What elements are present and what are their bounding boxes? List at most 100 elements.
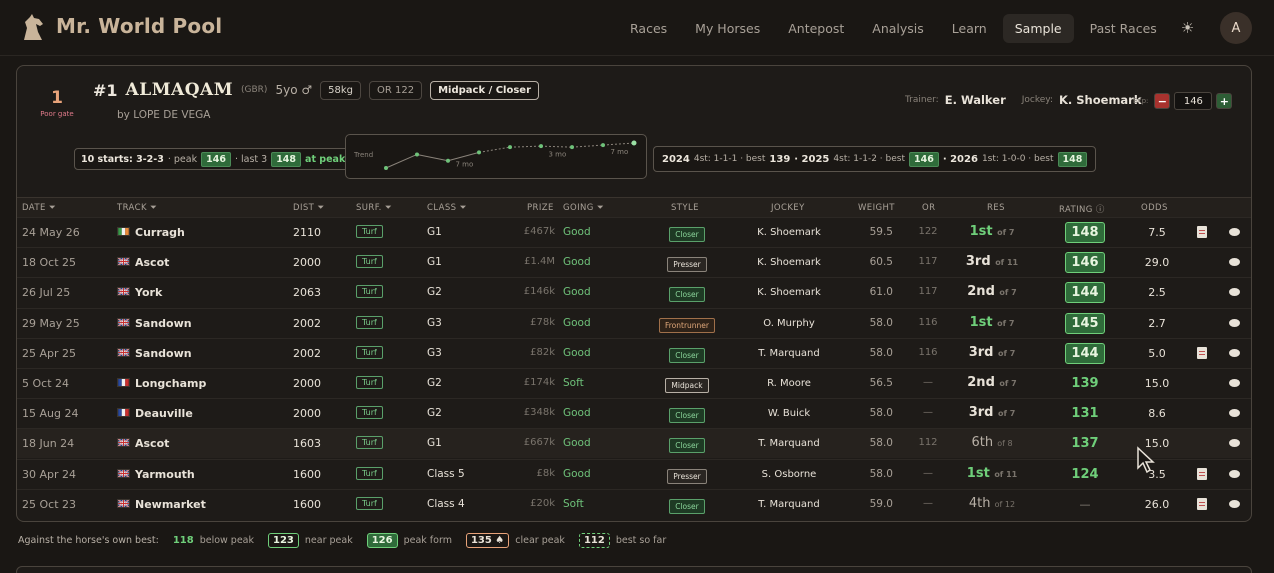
comment-icon[interactable] [1229, 288, 1240, 297]
run-weight: 58.0 [869, 316, 893, 329]
document-icon[interactable] [1197, 497, 1207, 510]
col-going[interactable]: GOING ⏷ [563, 203, 604, 213]
rating-badge: 145 [1065, 312, 1105, 334]
col-odds[interactable]: ODDS [1141, 203, 1168, 213]
trend-point [384, 166, 388, 170]
col-res[interactable]: RES [987, 203, 1005, 213]
rating-value: 131 [1071, 406, 1099, 422]
track-name: Sandown [135, 346, 192, 360]
run-prize: £82k [530, 346, 555, 358]
table-row[interactable]: 5 Oct 24 Longchamp 2000 Turf G2 £174k Soft Midp… [17, 368, 1251, 398]
style-chip: Presser [667, 468, 707, 484]
surface-chip: Turf [356, 315, 383, 329]
document-icon[interactable] [1197, 346, 1207, 359]
style-chip: Closer [669, 498, 705, 514]
avatar[interactable]: A [1220, 12, 1252, 44]
result-position: 1st [969, 314, 993, 330]
comment-icon[interactable] [1229, 228, 1240, 236]
comment-icon[interactable] [1229, 258, 1240, 267]
col-rating[interactable]: RATING ⓘ [1059, 203, 1105, 215]
table-row[interactable]: 25 Oct 23 Newmarket 1600 Turf Class 4 £20k Sof… [17, 488, 1251, 519]
col-track[interactable]: TRACK ⏷ [117, 203, 157, 213]
table-row[interactable]: 18 Jun 24 Ascot 1603 Turf G1 £667k Good Closer T… [17, 428, 1251, 459]
run-going: Good [563, 346, 591, 359]
run-or: 117 [918, 256, 938, 268]
col-date[interactable]: DATE ⏷ [22, 203, 56, 213]
col-surf[interactable]: SURF. ⏷ [356, 203, 392, 213]
col-class[interactable]: CLASS ⏷ [427, 203, 467, 213]
result-position: 2nd [967, 284, 995, 300]
run-track[interactable]: Sandown [117, 347, 192, 360]
exp-input[interactable] [1174, 92, 1213, 110]
nav-past-races[interactable]: Past Races [1078, 14, 1169, 43]
comment-icon[interactable] [1229, 348, 1240, 357]
surface-chip: Turf [356, 255, 383, 269]
nav-races[interactable]: Races [618, 14, 679, 43]
col-style[interactable]: STYLE [671, 203, 699, 213]
run-result: 3rd of 11 [957, 254, 1027, 269]
sun-icon[interactable]: ☀ [1181, 19, 1194, 37]
run-or: — [923, 377, 933, 388]
uk-flag-icon [117, 286, 130, 299]
horse-logo-icon[interactable] [18, 12, 48, 42]
col-dist[interactable]: DIST ⏷ [293, 203, 325, 213]
exp-label: Exp: [1133, 97, 1149, 105]
table-row[interactable]: 25 Apr 25 Sandown 2002 Turf G3 £82k Good Closer… [17, 337, 1251, 368]
col-prize[interactable]: PRIZE [527, 203, 554, 213]
run-track[interactable]: Deauville [117, 407, 193, 420]
run-track[interactable]: York [117, 286, 162, 299]
table-row[interactable]: 18 Oct 25 Ascot 2000 Turf G1 £1.4M Good Presser… [17, 247, 1251, 277]
table-row[interactable]: 29 May 25 Sandown 2002 Turf G3 £78k Good Frontr… [17, 307, 1251, 338]
table-row[interactable]: 24 May 26 Curragh 2110 Turf G1 £467k Good Close… [17, 217, 1251, 247]
col-weight[interactable]: WEIGHT [858, 203, 895, 213]
table-row[interactable]: 30 Apr 24 Yarmouth 1600 Turf Class 5 £8k Good P… [17, 458, 1251, 489]
run-track[interactable]: Ascot [117, 437, 169, 450]
surface-chip: Turf [356, 406, 383, 420]
comment-icon[interactable] [1229, 409, 1240, 418]
run-track[interactable]: Sandown [117, 317, 192, 330]
info-icon[interactable]: ⓘ [1096, 205, 1105, 215]
col-jockey[interactable]: JOCKEY [771, 203, 805, 213]
run-prize: £467k [523, 226, 555, 237]
run-prize: £20k [530, 497, 555, 509]
comment-icon[interactable] [1229, 439, 1240, 448]
exp-plus-button[interactable]: + [1216, 93, 1233, 109]
result-position: 1st [966, 465, 990, 481]
nav-antepost[interactable]: Antepost [776, 14, 856, 43]
surface-chip: Turf [356, 225, 383, 238]
uk-flag-icon [117, 347, 130, 360]
brand-name[interactable]: Mr. World Pool [56, 14, 222, 38]
run-rating: 131 [1065, 403, 1105, 424]
run-track[interactable]: Curragh [117, 226, 185, 239]
run-track[interactable]: Yarmouth [117, 468, 195, 481]
run-distance: 2002 [293, 316, 321, 330]
nav-sample[interactable]: Sample [1002, 13, 1074, 43]
run-going: Good [563, 226, 591, 238]
comment-icon[interactable] [1229, 379, 1240, 387]
table-row[interactable]: 26 Jul 25 York 2063 Turf G2 £146k Good Closer K.… [17, 277, 1251, 307]
nav-learn[interactable]: Learn [940, 14, 999, 43]
track-name: Ascot [135, 437, 170, 451]
run-rating: 145 [1065, 312, 1105, 334]
result-field: of 7 [997, 348, 1016, 358]
document-icon[interactable] [1197, 226, 1207, 238]
run-date: 24 May 26 [22, 226, 80, 239]
comment-icon[interactable] [1229, 318, 1240, 327]
exp-minus-button[interactable]: − [1154, 93, 1171, 109]
table-row[interactable]: 15 Aug 24 Deauville 2000 Turf G2 £348k Good Clo… [17, 398, 1251, 428]
comment-icon[interactable] [1229, 499, 1240, 508]
run-result: 1st of 11 [957, 466, 1027, 481]
col-or[interactable]: OR [922, 203, 935, 213]
year-label: 2024 [662, 153, 690, 165]
run-rating: 146 [1065, 252, 1105, 274]
nav-analysis[interactable]: Analysis [860, 14, 936, 43]
run-odds: 7.5 [1148, 226, 1166, 239]
run-track[interactable]: Newmarket [117, 498, 206, 511]
run-or: — [923, 407, 933, 419]
year-record: 4st: 1-1-1 · best [693, 154, 766, 164]
comment-icon[interactable] [1229, 469, 1240, 478]
run-track[interactable]: Ascot [117, 256, 169, 269]
nav-my-horses[interactable]: My Horses [683, 14, 772, 43]
run-track[interactable]: Longchamp [117, 377, 206, 390]
document-icon[interactable] [1197, 467, 1207, 480]
